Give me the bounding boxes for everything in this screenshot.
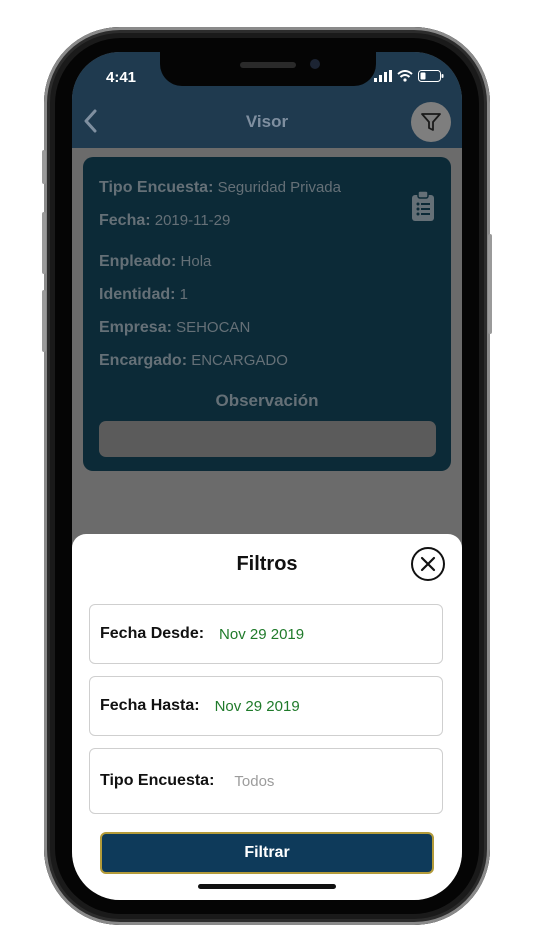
wifi-icon [397, 70, 413, 82]
filter-sheet: Filtros Fecha Desde: Nov 29 2019 Fecha H… [72, 534, 462, 900]
clipboard-list-icon [412, 190, 434, 221]
fecha-desde-field[interactable]: Fecha Desde: Nov 29 2019 [89, 604, 443, 664]
card-label: Identidad: [99, 286, 176, 303]
sheet-title: Filtros [236, 553, 298, 575]
observation-title: Observación [215, 391, 319, 410]
notch [160, 52, 376, 86]
survey-card: Tipo Encuesta: Seguridad Privada Fecha: … [83, 157, 451, 471]
power-button [488, 234, 492, 334]
screen: 4:41 Visor Tipo Encuesta: Seguridad Priv… [72, 52, 462, 900]
card-value: Seguridad Privada [217, 179, 341, 196]
tipo-encuesta-value: Todos [234, 772, 275, 790]
card-row-tipo: Tipo Encuesta: Seguridad Privada [99, 179, 341, 197]
home-indicator[interactable] [198, 884, 336, 889]
volume-down-button [42, 290, 46, 352]
battery-icon [418, 70, 444, 82]
close-circle-icon [420, 556, 436, 572]
card-row-enpleado: Enpleado: Hola [99, 253, 211, 271]
filtrar-button[interactable]: Filtrar [100, 832, 434, 874]
card-label: Tipo Encuesta: [99, 179, 214, 196]
fecha-hasta-value: Nov 29 2019 [214, 697, 300, 715]
card-value: 1 [179, 286, 188, 303]
filter-funnel-icon [421, 113, 441, 131]
field-label: Fecha Hasta: [100, 697, 200, 714]
signal-icon [374, 70, 392, 82]
card-value: Hola [180, 253, 212, 270]
filter-button[interactable] [411, 102, 451, 142]
card-value: ENCARGADO [191, 352, 288, 369]
card-row-identidad: Identidad: 1 [99, 286, 188, 304]
card-row-fecha: Fecha: 2019-11-29 [99, 212, 230, 230]
page-title: Visor [245, 112, 289, 131]
field-label: Tipo Encuesta: [100, 772, 215, 789]
close-button[interactable] [411, 547, 445, 581]
mute-switch [42, 150, 46, 184]
status-icons [374, 70, 444, 82]
field-label: Fecha Desde: [100, 625, 205, 642]
camera [310, 59, 320, 69]
tipo-encuesta-field[interactable]: Tipo Encuesta: Todos [89, 748, 443, 814]
observation-field [99, 421, 436, 457]
card-label: Fecha: [99, 212, 151, 229]
card-row-empresa: Empresa: SEHOCAN [99, 319, 250, 337]
card-label: Empresa: [99, 319, 172, 336]
card-value: 2019-11-29 [154, 212, 231, 229]
speaker [240, 62, 296, 68]
card-label: Enpleado: [99, 253, 177, 270]
volume-up-button [42, 212, 46, 274]
card-value: SEHOCAN [176, 319, 251, 336]
card-label: Encargado: [99, 352, 188, 369]
fecha-hasta-field[interactable]: Fecha Hasta: Nov 29 2019 [89, 676, 443, 736]
status-time: 4:41 [106, 69, 137, 86]
card-row-encargado: Encargado: ENCARGADO [99, 352, 288, 370]
fecha-desde-value: Nov 29 2019 [219, 625, 305, 643]
